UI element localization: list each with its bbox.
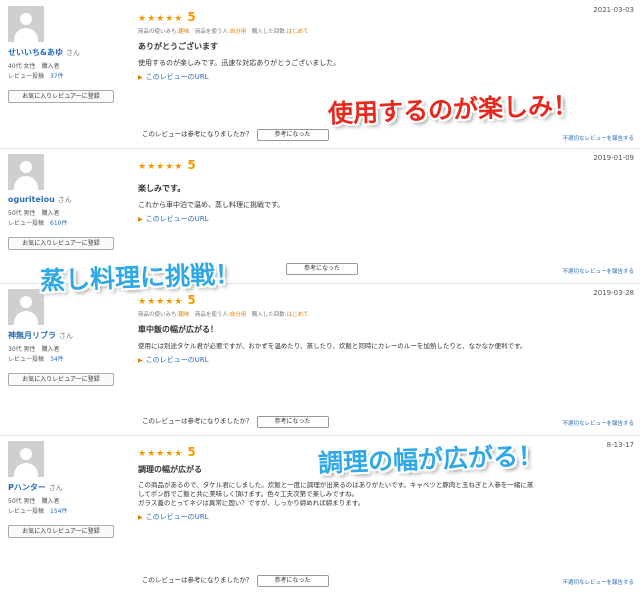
helpful-row: このレビューは参考になりましたか？ 参考になった [142,415,329,428]
review-title: 楽しみです。 [138,184,186,193]
rating-score: 5 [187,10,196,24]
arrow-icon: ▶ [138,74,143,81]
helpful-button[interactable]: 参考になった [256,416,329,428]
reviewer-demographic: 30代 男性 購入者 [8,346,60,353]
review-card: せいいち&あゆ さん 40代 女性 購入者 レビュー投稿 37件 お気に入りレビュ… [0,0,640,149]
reviewer-info: せいいち&あゆ さん 40代 女性 購入者 レビュー投稿 37件 お気に入りレビュ… [8,6,126,103]
review-body: これから車中泊で温め、蒸し料理に挑戦です。 [138,201,285,209]
reviewer-info: 神無月リブラ さん 30代 男性 購入者 レビュー投稿 34件 お気に入りレビュア… [8,289,126,386]
review-body-line: ガラス蓋のとってネジは異常に固い？ですが、しっかり締めれば締まります。 [138,499,365,507]
review-card: 神無月リブラ さん 30代 男性 購入者 レビュー投稿 34件 お気に入りレビュア… [0,283,640,436]
review-content: ★★★★★ 5 商品の使いみち:趣味 商品を使う人:自分用 購入した回数:はじめて… [138,6,634,82]
report-link[interactable]: 不適切なレビューを報告する [562,578,634,586]
reviewer-demographic: 40代 女性 購入者 [8,63,60,70]
avatar [8,154,44,190]
rating-score: 5 [187,293,196,307]
arrow-icon: ▶ [138,514,143,521]
arrow-icon: ▶ [138,216,143,223]
avatar [8,6,44,42]
star-rating: ★★★★★ [138,162,184,172]
review-content: ★★★★★ 5 商品の使いみち:趣味 商品を使う人:自分用 購入した回数:はじめて… [138,289,634,365]
reviewer-posts: レビュー投稿 610件 [8,220,68,227]
review-url-link[interactable]: ▶ このレビューのURL [138,512,634,522]
overlay-caption-blue: 蒸し料理に挑戦！ [39,259,241,296]
rating-score: 5 [187,445,196,459]
reviewer-name[interactable]: せいいち&あゆ さん [8,47,126,58]
reviewer-meta: 50代 男性 購入者 レビュー投稿 154件 [8,497,126,517]
review-date: 2019-03-28 [593,289,634,297]
review-title: 車中飯の幅が広がる！ [138,325,218,334]
helpful-button[interactable]: 参考になった [256,129,329,141]
report-link[interactable]: 不適切なレビューを報告する [562,267,634,275]
reviewer-name[interactable]: Pハンター さん [8,482,126,493]
review-body-line: してポン酢でご飯と共に美味しく頂けます。色々工夫次第で楽しみですね。 [138,490,359,498]
review-url-link[interactable]: ▶ このレビューのURL [138,214,634,224]
star-rating: ★★★★★ [138,449,184,459]
reviewer-posts: レビュー投稿 154件 [8,508,68,515]
star-rating: ★★★★★ [138,297,184,307]
avatar [8,289,44,325]
review-url-link[interactable]: ▶ このレビューのURL [138,72,634,82]
usage-info: 商品の使いみち:趣味 商品を使う人:自分用 購入した回数:はじめて [138,29,309,35]
favorite-reviewer-button[interactable]: お気に入りレビュアーに登録 [8,90,114,103]
reviewer-name[interactable]: 神無月リブラ さん [8,330,126,341]
usage-info: 商品の使いみち:趣味 商品を使う人:自分用 購入した回数:はじめて [138,312,309,318]
reviewer-info: oguriteiou さん 50代 男性 購入者 レビュー投稿 610件 お気に入… [8,154,126,250]
reviewer-posts: レビュー投稿 37件 [8,73,64,80]
reviewer-name[interactable]: oguriteiou さん [8,195,126,205]
reviewer-demographic: 50代 男性 購入者 [8,210,60,217]
reviewer-posts: レビュー投稿 34件 [8,356,64,363]
review-body: 使用するのが楽しみです。迅速な対応ありがとうございました。 [138,59,341,67]
review-body: 使用には別途タケル君が必要ですが、おかずを温めたり、蒸したり、炊飯と同時にカレー… [138,342,527,350]
helpful-row: このレビューは参考になりましたか？ 参考になった [142,574,329,587]
helpful-button[interactable]: 参考になった [256,575,329,587]
arrow-icon: ▶ [138,357,143,364]
reviewer-info: Pハンター さん 50代 男性 購入者 レビュー投稿 154件 お気に入りレビュア… [8,441,126,538]
favorite-reviewer-button[interactable]: お気に入りレビュアーに登録 [8,373,114,386]
helpful-button[interactable]: 参考になった [286,263,358,275]
favorite-reviewer-button[interactable]: お気に入りレビュアーに登録 [8,525,114,538]
review-body-line: この商品があるので、タケル君にしました。炊飯と一度に調理が出来るのはありがたいで… [138,481,534,489]
review-date: 2019-01-09 [593,154,634,162]
review-title: ありがとうございます [138,42,218,51]
favorite-reviewer-button[interactable]: お気に入りレビュアーに登録 [8,237,114,250]
reviewer-meta: 40代 女性 購入者 レビュー投稿 37件 [8,62,126,82]
reviewer-meta: 30代 男性 購入者 レビュー投稿 34件 [8,345,126,365]
review-url-link[interactable]: ▶ このレビューのURL [138,355,634,365]
review-date: 2021-03-03 [593,6,634,14]
review-date: 8-13-17 [606,441,634,449]
avatar [8,441,44,477]
star-rating: ★★★★★ [138,14,184,24]
reviewer-demographic: 50代 男性 購入者 [8,498,60,505]
helpful-row: このレビューは参考になりましたか？ 参考になった [142,128,329,141]
helpful-row: 参考になった [282,263,358,275]
report-link[interactable]: 不適切なレビューを報告する [562,134,634,142]
review-content: ★★★★★ 5 楽しみです。 これから車中泊で温め、蒸し料理に挑戦です。 ▶ このレ… [138,154,634,224]
reviewer-meta: 50代 男性 購入者 レビュー投稿 610件 [8,209,126,229]
review-body: この商品があるので、タケル君にしました。炊飯と一度に調理が出来るのはありがたいで… [138,481,634,508]
report-link[interactable]: 不適切なレビューを報告する [562,419,634,427]
rating-score: 5 [187,158,196,172]
